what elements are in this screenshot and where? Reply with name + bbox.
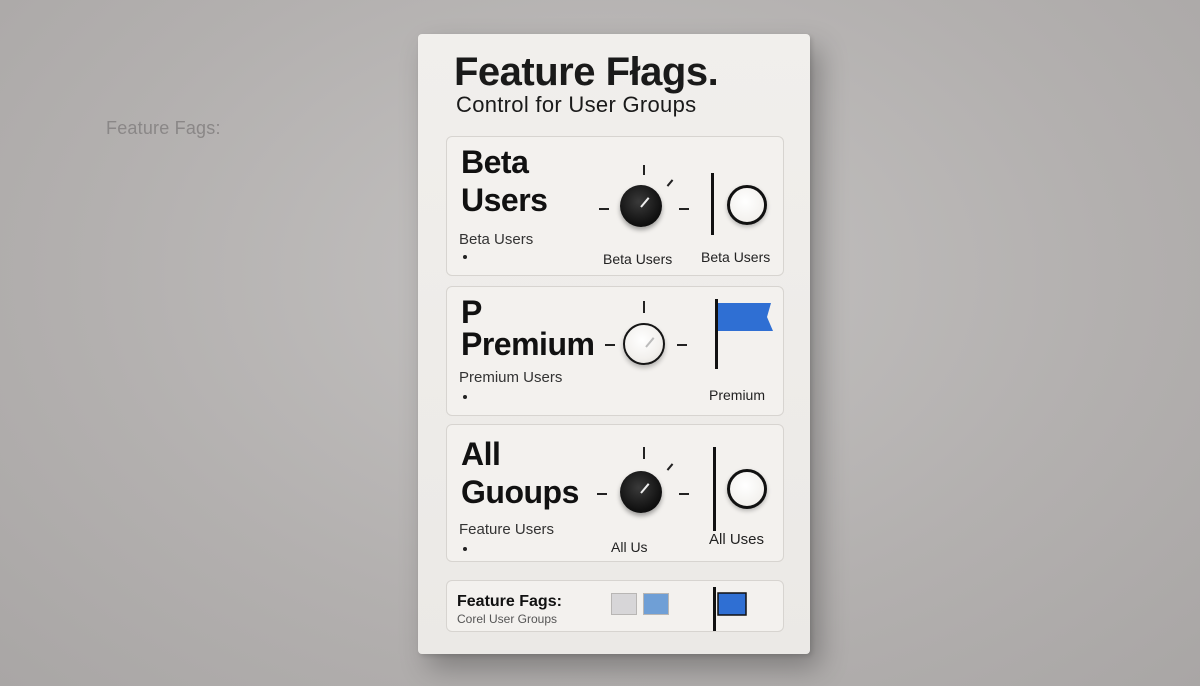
- dial-tick: [666, 463, 674, 471]
- swatch-active: [643, 593, 669, 615]
- status-dot: [463, 547, 467, 551]
- dial-tick: [643, 447, 645, 459]
- status-dot: [463, 255, 467, 259]
- rollout-dial[interactable]: [623, 323, 665, 365]
- group-sublabel: Feature Users: [459, 521, 555, 538]
- group-name-line2: Guoups: [461, 474, 579, 510]
- flag-icon: [713, 587, 753, 636]
- group-name-line1: Beta: [461, 144, 529, 180]
- flag-label: Premium: [709, 387, 766, 403]
- background-label: Feature Fags:: [106, 118, 221, 138]
- dial-tick: [643, 301, 645, 313]
- flag-icon[interactable]: [715, 299, 777, 374]
- footer-legend: Feature Fags: Corel User Groups: [446, 580, 784, 632]
- panel-subtitle: Control for User Groups: [456, 92, 697, 117]
- footer-title: Feature Fags:: [457, 593, 562, 610]
- group-sublabel: Premium Users: [459, 369, 563, 386]
- rollout-dial[interactable]: [620, 185, 662, 227]
- toggle-label: Beta Users: [701, 249, 771, 265]
- dial-label: All Us: [611, 539, 648, 555]
- group-name-line2: Premium: [461, 326, 595, 362]
- group-name-line2: Users: [461, 182, 548, 218]
- dial-label: Beta Users: [603, 251, 673, 267]
- dial-tick: [677, 344, 687, 346]
- group-card-premium: P Premium Premium Users Premium: [446, 286, 784, 416]
- rollout-dial[interactable]: [620, 471, 662, 513]
- toggle-rail: [711, 173, 714, 235]
- group-name-line1: P: [461, 294, 482, 330]
- enable-toggle[interactable]: [727, 185, 767, 225]
- group-sublabel: Beta Users: [459, 231, 534, 248]
- dial-tick: [679, 493, 689, 495]
- footer-subtitle: Corel User Groups: [457, 612, 558, 626]
- dial-tick: [666, 179, 674, 187]
- toggle-rail: [713, 447, 716, 531]
- dial-tick: [605, 344, 615, 346]
- toggle-label: All Uses: [709, 531, 765, 548]
- dial-tick: [679, 208, 689, 210]
- feature-flags-panel: Feature Fłags. Control for User Groups B…: [418, 34, 810, 654]
- group-card-all: All Guoups Feature Users All Us All Uses: [446, 424, 784, 562]
- panel-title: Feature Fłags.: [454, 50, 719, 94]
- group-name-line1: All: [461, 436, 501, 472]
- dial-tick: [643, 165, 645, 175]
- swatch-inactive: [611, 593, 637, 615]
- dial-tick: [597, 493, 607, 495]
- group-card-beta: Beta Users Beta Users Beta Users Beta Us…: [446, 136, 784, 276]
- enable-toggle[interactable]: [727, 469, 767, 509]
- status-dot: [463, 395, 467, 399]
- dial-tick: [599, 208, 609, 210]
